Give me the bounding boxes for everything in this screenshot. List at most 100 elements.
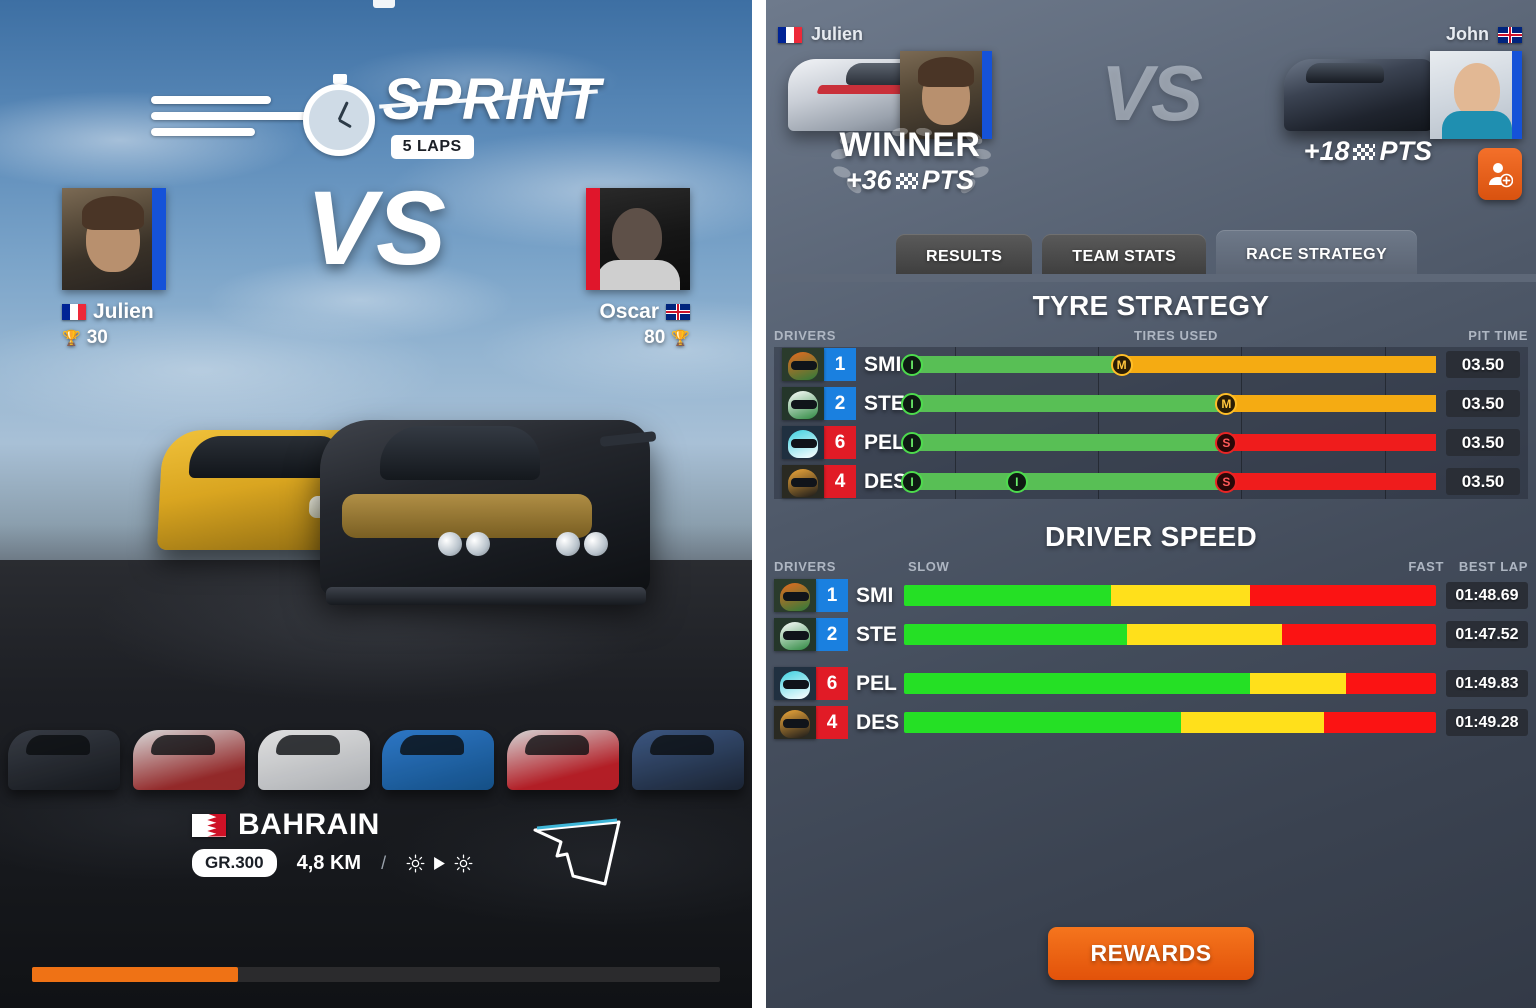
lineup-car: [8, 730, 120, 790]
best-lap-value: 01:47.52: [1446, 621, 1528, 648]
tyre-compound-marker-I: I: [901, 470, 923, 493]
track-country: BAHRAIN: [238, 808, 380, 841]
versus-matchup: Julien 🏆 30 VS Oscar 80 🏆: [0, 176, 752, 349]
tyre-stint-bar: IM: [901, 392, 1436, 415]
points-value: +18: [1303, 136, 1350, 166]
driver-speed-table: 1 SMI 01:48.69 2 STE 01:47.52 6 PEL 01:49.83 4 DES…: [766, 578, 1536, 740]
position-badge: 1: [816, 579, 848, 612]
speed-bar: [904, 712, 1436, 733]
col-drivers-label: DRIVERS: [774, 559, 836, 574]
speed-bar: [904, 673, 1436, 694]
tyre-strategy-row: 6 PEL I S 03.50: [774, 425, 1528, 460]
trophy-icon: 🏆: [62, 330, 81, 347]
flag-uk-icon: [1498, 26, 1522, 43]
driver-speed-column-headers: DRIVERS SLOW FAST BEST LAP: [766, 553, 1536, 578]
driver-code: DES: [856, 710, 900, 734]
speed-segment-red: [1249, 585, 1436, 606]
car-class-badge: GR.300: [192, 849, 277, 877]
speed-segment-red: [1345, 673, 1436, 694]
sun-icon: [454, 854, 473, 872]
winner-banner: WINNER +36 PTS: [810, 126, 1010, 196]
helmet-smi-icon: [782, 348, 824, 381]
speed-lines-icon: [150, 80, 311, 150]
col-fast-label: FAST: [1408, 559, 1444, 574]
driver-code: STE: [856, 622, 897, 646]
race-intro-panel: SPRINT 5 LAPS Julien 🏆 30 VS Oscar 80 🏆 …: [0, 0, 752, 1008]
tyre-strategy-title: TYRE STRATEGY: [1032, 290, 1270, 321]
rewards-button[interactable]: REWARDS: [1048, 927, 1254, 980]
tyre-compound-marker-I: I: [1005, 470, 1028, 493]
flag-france-icon: [778, 26, 802, 43]
flag-uk-icon: [666, 304, 690, 320]
race-strategy-content: TYRE STRATEGY DRIVERS TIRES USED PIT TIM…: [766, 282, 1536, 740]
winner-player-block: Julien: [778, 24, 1008, 141]
speed-segment-yellow: [1127, 624, 1282, 645]
lineup-car: [631, 730, 744, 790]
tyre-compound-marker-I: I: [901, 353, 923, 376]
driver-code: PEL: [856, 671, 897, 695]
pit-time-value: 03.50: [1446, 390, 1520, 417]
flag-france-icon: [62, 304, 86, 320]
player-card-oscar[interactable]: Oscar 80 🏆: [456, 188, 696, 349]
vs-label: VS: [1100, 49, 1203, 137]
tyre-stint-red: [1226, 434, 1436, 451]
avatar: [586, 188, 690, 290]
helmet-pel-icon: [782, 426, 824, 459]
speed-segment-yellow: [1249, 673, 1346, 694]
trophy-icon: 🏆: [671, 330, 690, 347]
tyre-strategy-row: 4 DES I I S 03.50: [774, 464, 1528, 499]
tyre-stint-red: [1226, 473, 1436, 490]
lineup-car: [257, 730, 370, 790]
tab-underline: [766, 274, 1536, 282]
position-badge: 4: [816, 706, 848, 739]
helmet-des-icon: [782, 465, 824, 498]
results-tabs[interactable]: RESULTS TEAM STATS RACE STRATEGY: [766, 228, 1536, 280]
arrow-right-icon: [434, 856, 445, 870]
checkered-flag-icon: [1353, 143, 1376, 160]
race-car-dark-icon: [1284, 59, 1434, 131]
player-name: Julien: [811, 24, 864, 44]
helmet-pel-icon: [774, 667, 816, 700]
lineup-car: [382, 730, 495, 790]
lineup-car: [132, 730, 245, 790]
best-lap-value: 01:48.69: [1446, 582, 1528, 609]
tyre-stint-bar: IM: [901, 353, 1436, 376]
helmet-des-icon: [774, 706, 816, 739]
laps-badge: 5 LAPS: [390, 135, 474, 159]
speed-segment-yellow: [1180, 712, 1325, 733]
player-name: Oscar: [599, 300, 659, 323]
race-mode-header: SPRINT 5 LAPS: [0, 60, 752, 170]
points-suffix: PTS: [921, 165, 975, 195]
col-drivers-label: DRIVERS: [774, 328, 836, 343]
tyre-stint-green: [912, 473, 1227, 490]
position-badge: 6: [824, 426, 856, 459]
speed-bar: [904, 585, 1436, 606]
track-info: BAHRAIN GR.300 4,8 KM /: [192, 808, 627, 895]
sun-icon: [406, 854, 425, 872]
stopwatch-crown-icon: [373, 0, 395, 8]
opponent-points: +18 PTS: [1304, 136, 1432, 167]
trophy-count: 30: [86, 327, 108, 348]
pit-time-value: 03.50: [1446, 468, 1520, 495]
add-friend-button[interactable]: [1478, 148, 1522, 200]
position-badge: 1: [824, 348, 856, 381]
helmet-ste-icon: [774, 618, 816, 651]
player-card-julien[interactable]: Julien 🏆 30: [56, 188, 296, 349]
tyre-compound-marker-I: I: [901, 392, 923, 415]
driver-speed-row: 6 PEL 01:49.83: [766, 666, 1536, 701]
driver-speed-title: DRIVER SPEED: [1044, 521, 1258, 552]
position-badge: 2: [816, 618, 848, 651]
pit-time-value: 03.50: [1446, 429, 1520, 456]
lineup-car: [507, 730, 620, 790]
track-map-icon: [527, 814, 627, 895]
flag-bahrain-icon: [192, 813, 226, 837]
tyre-compound-marker-S: S: [1215, 431, 1238, 454]
col-tires-used-label: TIRES USED: [1133, 328, 1218, 343]
position-badge: 2: [824, 387, 856, 420]
tyre-stint-bar: IS: [901, 431, 1436, 454]
trophy-count: 80: [644, 327, 666, 348]
team-separator: [766, 652, 1536, 666]
col-pit-time-label: PIT TIME: [1468, 328, 1528, 343]
tab-race-strategy[interactable]: RACE STRATEGY: [1216, 230, 1418, 280]
tyre-stint-bar: IIS: [901, 470, 1436, 493]
